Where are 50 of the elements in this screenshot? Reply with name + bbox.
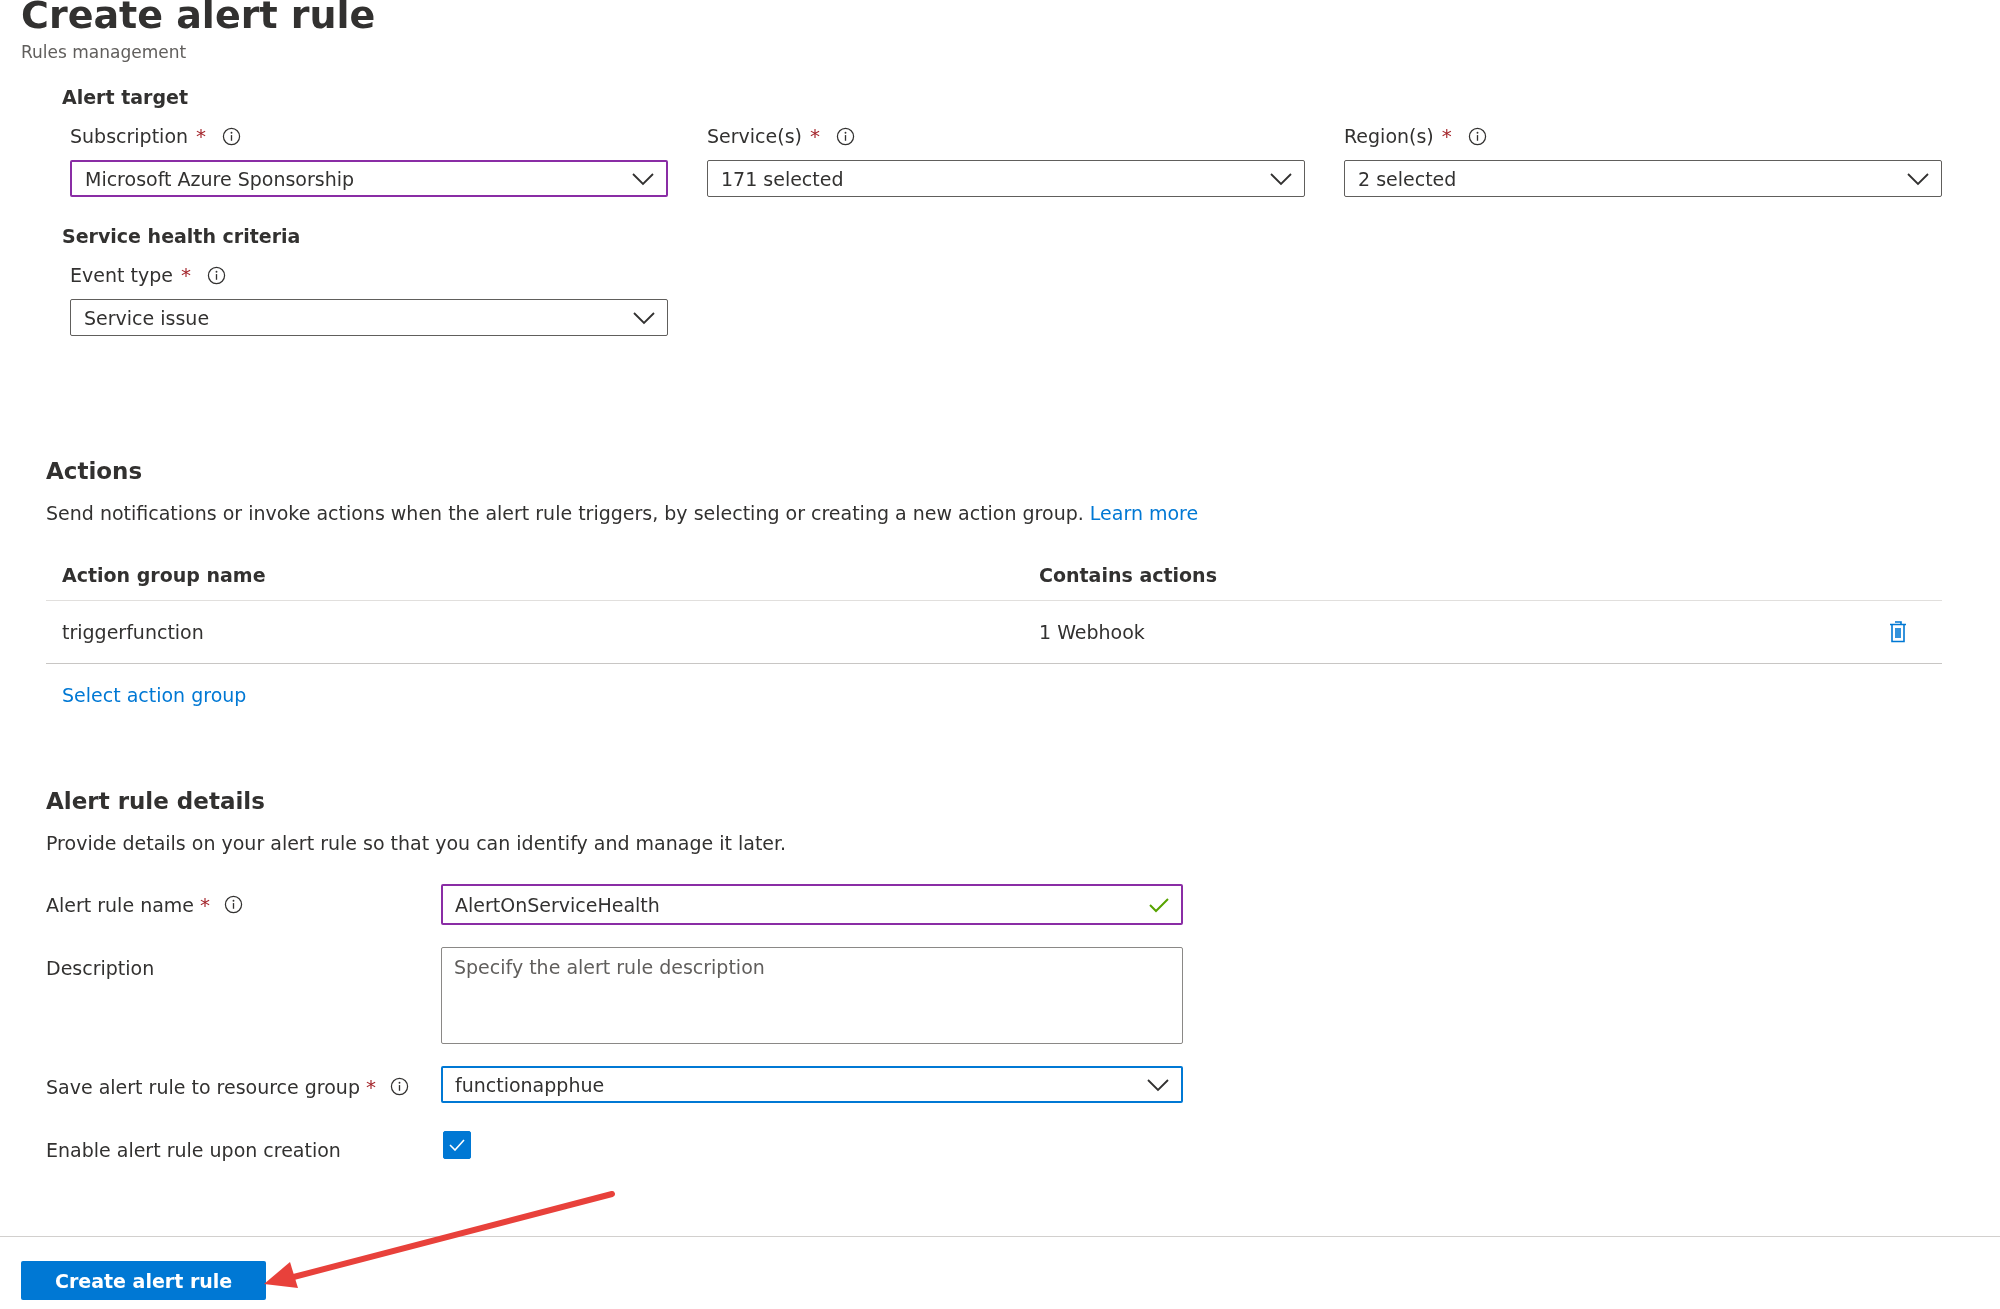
create-alert-rule-button[interactable]: Create alert rule (21, 1261, 267, 1300)
table-cell-text: triggerfunction (62, 621, 205, 643)
section-description: Send notifications or invoke actions when the alert rule triggers, by selecting or creating a new action group. Learn more (46, 502, 1200, 524)
section-heading: Actions (46, 458, 144, 484)
chevron-down-icon (633, 310, 655, 325)
info-icon[interactable] (389, 1077, 409, 1096)
info-icon[interactable] (224, 895, 243, 914)
required-marker: * (365, 1074, 376, 1099)
text-field[interactable]: AlertOnServiceHealth (441, 884, 1183, 925)
section-heading: Service health criteria (62, 225, 302, 247)
chevron-down-icon (1147, 1077, 1169, 1092)
field-label: Service(s) (707, 125, 802, 147)
column-header: Contains actions (1039, 564, 1218, 586)
description-field[interactable]: Specify the alert rule description (441, 947, 1183, 1044)
learn-more-link[interactable]: Learn more (1089, 502, 1199, 524)
field-label: Event type (70, 264, 173, 286)
field-label: Alert rule name (46, 893, 194, 916)
chevron-down-icon (632, 171, 654, 186)
chevron-down-icon (1907, 171, 1929, 186)
column-header: Action group name (62, 564, 267, 586)
required-marker: * (196, 124, 207, 148)
info-icon[interactable] (222, 126, 242, 146)
chevron-down-icon (1270, 171, 1292, 186)
delete-icon[interactable] (1888, 620, 1908, 644)
checkmark-icon (449, 1139, 465, 1151)
section-heading: Alert target (62, 86, 189, 108)
dropdown-field[interactable]: 2 selected (1344, 160, 1942, 197)
table-cell-text: 1 Webhook (1039, 621, 1146, 643)
field-label: Save alert rule to resource group (46, 1075, 360, 1098)
dropdown-field[interactable]: 171 selected (707, 160, 1305, 197)
select-action-group-link[interactable]: Select action group (62, 684, 247, 706)
section-heading: Alert rule details (46, 788, 266, 814)
required-marker: * (809, 124, 820, 148)
dropdown-field[interactable]: Service issue (70, 299, 668, 336)
required-marker: * (1441, 124, 1452, 148)
info-icon[interactable] (835, 126, 855, 146)
info-icon[interactable] (206, 265, 226, 285)
page-subtitle: Rules management (21, 42, 188, 62)
info-icon[interactable] (1467, 126, 1487, 146)
field-label: Region(s) (1344, 125, 1434, 147)
dropdown-field[interactable]: functionapphue (441, 1066, 1183, 1103)
checkbox[interactable] (443, 1131, 471, 1159)
field-label: Enable alert rule upon creation (46, 1138, 341, 1161)
required-marker: * (180, 263, 191, 287)
required-marker: * (200, 892, 210, 917)
checkmark-icon (1149, 896, 1169, 913)
field-label: Subscription (70, 125, 189, 147)
section-description: Provide details on your alert rule so that you can identify and manage it later. (46, 832, 788, 854)
field-label: Description (46, 956, 155, 979)
dropdown-field[interactable]: Microsoft Azure Sponsorship (70, 160, 668, 197)
